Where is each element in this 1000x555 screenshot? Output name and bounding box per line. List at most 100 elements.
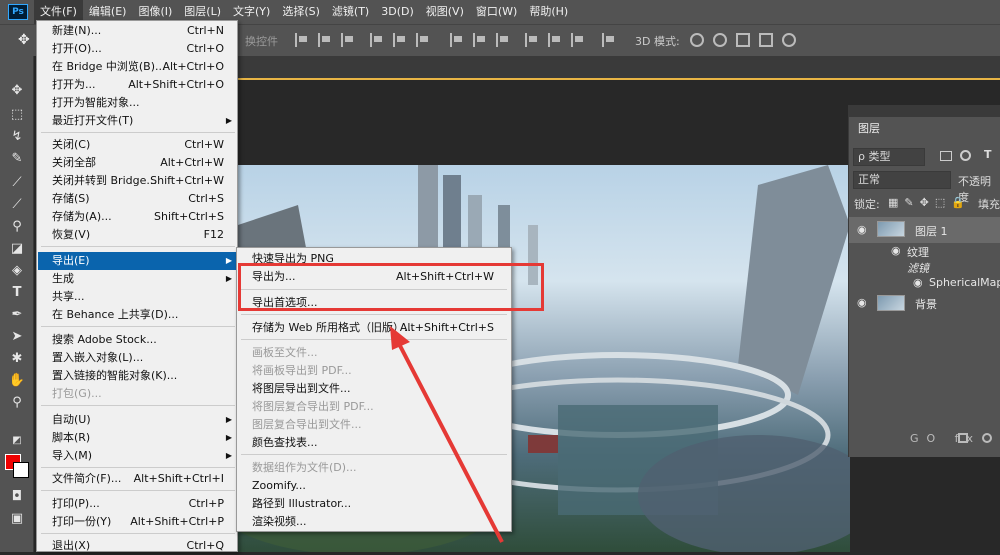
menu-item-close-go-bridge[interactable]: 关闭并转到 Bridge... Shift+Ctrl+W — [38, 172, 236, 190]
visibility-eye-icon[interactable]: ◉ — [891, 244, 901, 257]
distribute-top-icon[interactable] — [450, 33, 464, 47]
adjustment-layer-icon[interactable] — [982, 433, 992, 443]
distribute-right-icon[interactable] — [571, 33, 585, 47]
default-colors-icon[interactable]: ◩ — [7, 432, 27, 450]
effect-row-sphericalmap[interactable]: ◉ SphericalMap — [849, 275, 1000, 291]
lasso-tool-icon[interactable]: ↯ — [7, 128, 27, 146]
effect-row-filter[interactable]: 滤镜 — [849, 259, 1000, 275]
paint-bucket-tool-icon[interactable]: ◈ — [7, 262, 27, 280]
visibility-eye-icon[interactable]: ◉ — [857, 296, 867, 309]
background-color-swatch[interactable] — [13, 462, 29, 478]
menu-item-save[interactable]: 存储(S) Ctrl+S — [38, 190, 236, 208]
submenu-arrow-icon: ▶ — [225, 256, 232, 265]
clone-stamp-tool-icon[interactable]: ⚲ — [7, 218, 27, 236]
menu-item-revert[interactable]: 恢复(V) F12 — [38, 226, 236, 244]
lock-icons[interactable]: ▦✎✥⬚🔒 — [888, 196, 971, 209]
quick-mask-icon[interactable]: ◘ — [7, 488, 27, 506]
menu-filter[interactable]: 滤镜(T) — [326, 0, 375, 24]
menu-item-share[interactable]: 共享... — [38, 288, 236, 306]
menu-item-open[interactable]: 打开(O)... Ctrl+O — [38, 40, 236, 58]
add-mask-icon[interactable] — [958, 433, 968, 443]
menu-item-place-embedded[interactable]: 置入嵌入对象(L)... — [38, 349, 236, 367]
distribute-vcenter-icon[interactable] — [473, 33, 487, 47]
menu-3d[interactable]: 3D(D) — [375, 0, 420, 24]
menu-item-new[interactable]: 新建(N)... Ctrl+N — [38, 22, 236, 40]
align-right-icon[interactable] — [416, 33, 430, 47]
menu-item-export[interactable]: 导出(E) ▶ — [38, 252, 236, 270]
menu-item-search-stock[interactable]: 搜索 Adobe Stock... — [38, 331, 236, 349]
menu-item-scripts[interactable]: 脚本(R) ▶ — [38, 429, 236, 447]
layer-row-layer1[interactable]: ◉ 图层 1 — [849, 217, 1000, 243]
menu-item-generate[interactable]: 生成 ▶ — [38, 270, 236, 288]
menu-item-import[interactable]: 导入(M) ▶ — [38, 447, 236, 465]
align-bottom-icon[interactable] — [341, 33, 355, 47]
layer-filter-dropdown[interactable]: ρ 类型 — [853, 148, 925, 166]
align-hcenter-icon[interactable] — [393, 33, 407, 47]
menu-item-close[interactable]: 关闭(C) Ctrl+W — [38, 136, 236, 154]
eyedropper-tool-icon[interactable]: ⟋ — [7, 174, 27, 192]
pan-3d-icon[interactable] — [736, 33, 750, 47]
menu-separator — [241, 314, 507, 315]
distribute-hcenter-icon[interactable] — [548, 33, 562, 47]
align-left-icon[interactable] — [370, 33, 384, 47]
layers-footer-icons[interactable]: GO fx — [910, 432, 981, 445]
hand-tool-icon[interactable]: ✋ — [7, 372, 27, 390]
custom-shape-tool-icon[interactable]: ✱ — [7, 350, 27, 368]
menu-item-browse-bridge[interactable]: 在 Bridge 中浏览(B)... Alt+Ctrl+O — [38, 58, 236, 76]
distribute-bottom-icon[interactable] — [496, 33, 510, 47]
menu-item-file-info[interactable]: 文件简介(F)... Alt+Shift+Ctrl+I — [38, 470, 236, 488]
menu-item-share-behance[interactable]: 在 Behance 上共享(D)... — [38, 306, 236, 324]
brush-tool-icon[interactable]: ⟋ — [7, 196, 27, 214]
align-vcenter-icon[interactable] — [318, 33, 332, 47]
menu-help[interactable]: 帮助(H) — [523, 0, 574, 24]
orbit-3d-icon[interactable] — [690, 33, 704, 47]
layer-name: 图层 1 — [915, 225, 948, 238]
visibility-eye-icon[interactable]: ◉ — [857, 223, 867, 236]
document-tab-bar — [238, 56, 1000, 80]
eraser-tool-icon[interactable]: ◪ — [7, 240, 27, 258]
scale-3d-icon[interactable] — [782, 33, 796, 47]
tab-layers[interactable]: 图层 — [850, 117, 896, 141]
type-tool-icon[interactable]: T — [7, 284, 27, 302]
blend-mode-dropdown[interactable]: 正常 — [853, 171, 951, 189]
menu-item-recent-files[interactable]: 最近打开文件(T) ▶ — [38, 112, 236, 130]
menu-item-open-as[interactable]: 打开为... Alt+Shift+Ctrl+O — [38, 76, 236, 94]
path-select-tool-icon[interactable]: ➤ — [7, 328, 27, 346]
distribute-left-icon[interactable] — [525, 33, 539, 47]
menu-item-close-all[interactable]: 关闭全部 Alt+Ctrl+W — [38, 154, 236, 172]
move-tool-options-icon[interactable]: ✥ — [18, 32, 30, 48]
effect-row-texture[interactable]: ◉ 纹理 — [849, 243, 1000, 259]
lock-label: 锁定: — [854, 198, 880, 211]
menu-item-print[interactable]: 打印(P)... Ctrl+P — [38, 495, 236, 513]
menu-item-place-linked[interactable]: 置入链接的智能对象(K)... — [38, 367, 236, 385]
menu-select[interactable]: 选择(S) — [276, 0, 326, 24]
menu-item-automate[interactable]: 自动(U) ▶ — [38, 411, 236, 429]
effect-name: 滤镜 — [907, 262, 929, 275]
visibility-eye-icon[interactable]: ◉ — [913, 276, 923, 289]
screen-mode-icon[interactable]: ▣ — [7, 510, 27, 528]
menu-window[interactable]: 窗口(W) — [470, 0, 523, 24]
align-top-icon[interactable] — [295, 33, 309, 47]
filter-adjustment-icon[interactable] — [960, 150, 971, 161]
pen-tool-icon[interactable]: ✒ — [7, 306, 27, 324]
filter-image-icon[interactable] — [940, 151, 952, 161]
auto-align-icon[interactable] — [602, 33, 616, 47]
menu-item-save-as[interactable]: 存储为(A)... Shift+Ctrl+S — [38, 208, 236, 226]
submenu-arrow-icon: ▶ — [225, 415, 232, 424]
menu-item-exit[interactable]: 退出(X) Ctrl+Q — [38, 537, 236, 555]
menu-separator — [41, 132, 235, 133]
slide-3d-icon[interactable] — [759, 33, 773, 47]
submenu-arrow-icon: ▶ — [225, 451, 232, 460]
layer-row-background[interactable]: ◉ 背景 — [849, 292, 1000, 314]
move-tool-icon[interactable]: ✥ — [7, 82, 27, 100]
roll-3d-icon[interactable] — [713, 33, 727, 47]
menu-view[interactable]: 视图(V) — [420, 0, 470, 24]
menu-separator — [41, 490, 235, 491]
zoom-tool-icon[interactable]: ⚲ — [7, 394, 27, 412]
menu-item-open-smart-object[interactable]: 打开为智能对象... — [38, 94, 236, 112]
marquee-tool-icon[interactable]: ⬚ — [7, 106, 27, 124]
quick-select-tool-icon[interactable]: ✎ — [7, 150, 27, 168]
menu-item-print-one[interactable]: 打印一份(Y) Alt+Shift+Ctrl+P — [38, 513, 236, 531]
filter-type-icon[interactable]: T — [984, 148, 992, 161]
effect-name: 纹理 — [907, 246, 929, 259]
